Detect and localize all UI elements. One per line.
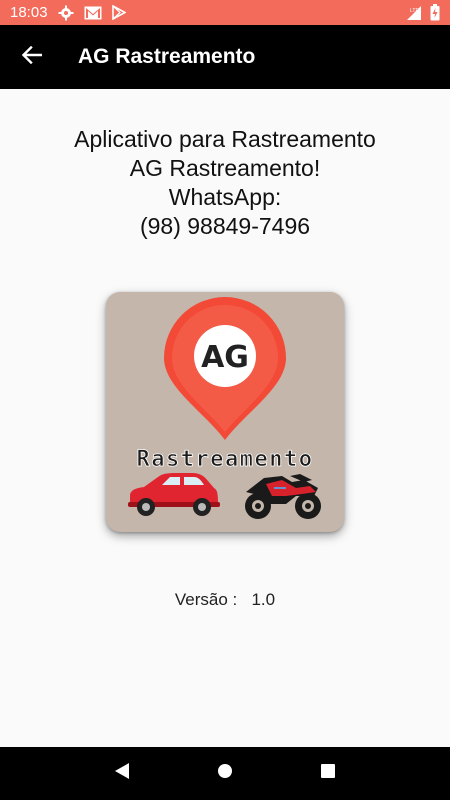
info-text: Aplicativo para Rastreamento AG Rastream… <box>0 125 450 241</box>
status-time: 18:03 <box>10 4 48 21</box>
gmail-icon <box>84 6 102 20</box>
info-line-name: AG Rastreamento! <box>129 155 321 181</box>
home-circle-icon <box>217 763 233 784</box>
signal-icon: LTE <box>406 5 422 21</box>
nav-back-button[interactable] <box>102 754 142 794</box>
back-button[interactable] <box>0 25 64 89</box>
main-content: Aplicativo para Rastreamento AG Rastream… <box>0 89 450 747</box>
status-bar: 18:03 LTE <box>0 0 450 25</box>
nav-home-button[interactable] <box>205 754 245 794</box>
arrow-left-icon <box>21 45 43 69</box>
battery-icon <box>430 4 440 21</box>
nav-recents-button[interactable] <box>308 754 348 794</box>
play-store-icon <box>111 5 126 20</box>
back-triangle-icon <box>114 762 130 785</box>
system-nav-bar <box>0 747 450 800</box>
info-line-phone: (98) 98849-7496 <box>139 213 311 239</box>
gear-icon <box>58 5 74 21</box>
info-line-app: Aplicativo para Rastreamento <box>74 126 376 152</box>
logo-brand-text: Rastreamento <box>137 447 314 472</box>
app-logo: AG Rastreamento <box>106 292 344 532</box>
version-value: 1.0 <box>251 590 276 609</box>
version-info: Versão : 1.0 <box>0 590 450 610</box>
car-icon <box>128 473 220 516</box>
motorcycle-icon <box>245 474 321 519</box>
info-line-whatsapp-label: WhatsApp: <box>168 184 282 210</box>
network-label: LTE <box>410 8 419 14</box>
logo-pin-text: AG <box>201 340 249 375</box>
recents-square-icon <box>320 763 336 784</box>
version-label: Versão : <box>174 590 238 609</box>
app-bar: AG Rastreamento <box>0 25 450 89</box>
app-title: AG Rastreamento <box>78 45 256 68</box>
